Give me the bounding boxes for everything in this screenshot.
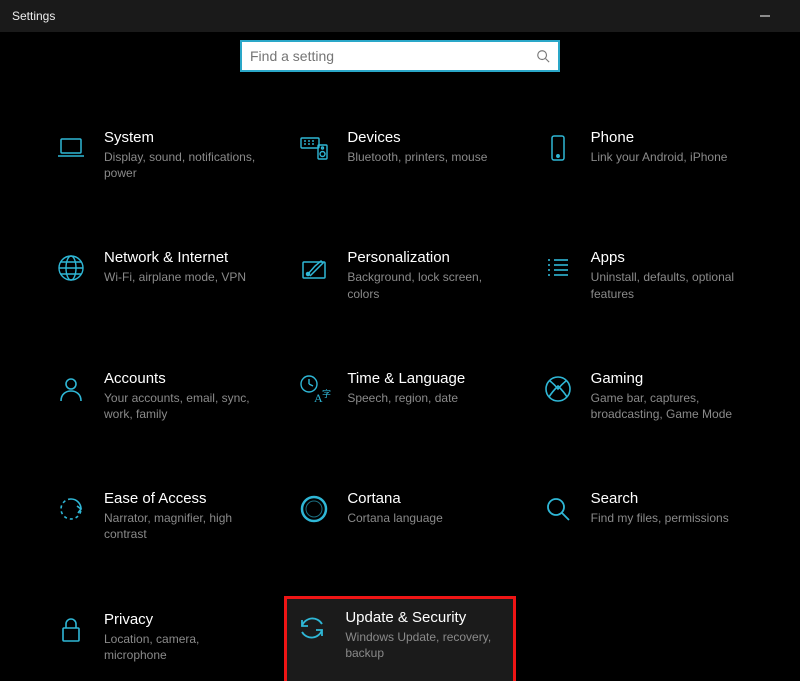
tile-apps[interactable]: Apps Uninstall, defaults, optional featu… [537,245,750,305]
search-box[interactable] [240,40,560,72]
laptop-icon [54,131,88,165]
tile-update-security[interactable]: Update & Security Windows Update, recove… [287,599,512,681]
minimize-button[interactable] [742,0,788,32]
search-input[interactable] [250,48,536,64]
tile-accounts[interactable]: Accounts Your accounts, email, sync, wor… [50,366,263,426]
tile-search[interactable]: Search Find my files, permissions [537,486,750,546]
tile-system[interactable]: System Display, sound, notifications, po… [50,125,263,185]
tile-desc: Link your Android, iPhone [591,149,746,165]
tile-network[interactable]: Network & Internet Wi-Fi, airplane mode,… [50,245,263,305]
tile-title: Phone [591,129,746,146]
tile-desc: Game bar, captures, broadcasting, Game M… [591,390,746,422]
tile-title: Privacy [104,611,259,628]
xbox-icon [541,372,575,406]
tile-title: Accounts [104,370,259,387]
tile-title: Network & Internet [104,249,259,266]
tile-desc: Your accounts, email, sync, work, family [104,390,259,422]
tile-title: Personalization [347,249,502,266]
time-language-icon: A 字 [297,372,331,406]
magnifier-icon [541,492,575,526]
tile-desc: Location, camera, microphone [104,631,259,663]
cortana-icon [297,492,331,526]
tile-phone[interactable]: Phone Link your Android, iPhone [537,125,750,185]
keyboard-speaker-icon [297,131,331,165]
tile-personalization[interactable]: Personalization Background, lock screen,… [293,245,506,305]
search-icon [536,49,550,63]
tile-cortana[interactable]: Cortana Cortana language [293,486,506,546]
tile-title: Time & Language [347,370,502,387]
tile-desc: Background, lock screen, colors [347,269,502,301]
tile-title: Devices [347,129,502,146]
tile-title: Apps [591,249,746,266]
tile-privacy[interactable]: Privacy Location, camera, microphone [50,607,263,673]
tile-title: Gaming [591,370,746,387]
tile-desc: Uninstall, defaults, optional features [591,269,746,301]
tile-desc: Windows Update, recovery, backup [345,629,504,661]
tile-desc: Find my files, permissions [591,510,746,526]
tile-title: Cortana [347,490,502,507]
tile-desc: Speech, region, date [347,390,502,406]
tile-time-language[interactable]: A 字 Time & Language Speech, region, date [293,366,506,426]
tile-desc: Narrator, magnifier, high contrast [104,510,259,542]
phone-icon [541,131,575,165]
paintbrush-icon [297,251,331,285]
tile-desc: Bluetooth, printers, mouse [347,149,502,165]
window-titlebar: Settings [0,0,800,32]
window-title: Settings [12,9,55,23]
tile-title: System [104,129,259,146]
lock-icon [54,613,88,647]
svg-text:字: 字 [322,388,331,399]
tile-title: Ease of Access [104,490,259,507]
tile-gaming[interactable]: Gaming Game bar, captures, broadcasting,… [537,366,750,426]
tile-desc: Display, sound, notifications, power [104,149,259,181]
settings-grid: System Display, sound, notifications, po… [0,90,800,673]
ease-of-access-icon [54,492,88,526]
list-icon [541,251,575,285]
tile-desc: Wi-Fi, airplane mode, VPN [104,269,259,285]
tile-title: Search [591,490,746,507]
tile-desc: Cortana language [347,510,502,526]
person-icon [54,372,88,406]
search-container [0,32,800,90]
globe-icon [54,251,88,285]
sync-arrows-icon [295,611,329,645]
tile-ease-of-access[interactable]: Ease of Access Narrator, magnifier, high… [50,486,263,546]
tile-devices[interactable]: Devices Bluetooth, printers, mouse [293,125,506,185]
